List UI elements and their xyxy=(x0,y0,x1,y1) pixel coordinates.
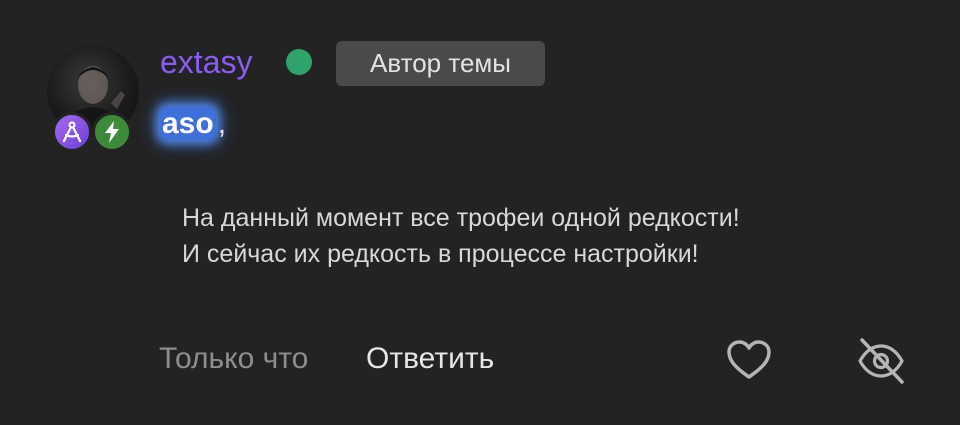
mention-comma: , xyxy=(217,107,227,140)
lightning-icon xyxy=(105,121,119,143)
like-button[interactable] xyxy=(726,338,772,382)
badge-compass xyxy=(52,112,92,152)
compass-icon xyxy=(62,121,82,143)
reply-button[interactable]: Ответить xyxy=(366,339,494,379)
heart-icon xyxy=(727,340,771,379)
message-line: И сейчас их редкость в процессе настройк… xyxy=(182,240,699,268)
topic-author-badge: Автор темы xyxy=(336,41,545,86)
message-body: На данный момент все трофеи одной редкос… xyxy=(182,200,740,272)
eye-off-icon xyxy=(858,338,904,384)
message-line: На данный момент все трофеи одной редкос… xyxy=(182,204,740,232)
mention-line: aso, xyxy=(160,102,226,146)
user-mention[interactable]: aso xyxy=(160,107,216,140)
badge-lightning xyxy=(92,112,132,152)
hide-button[interactable] xyxy=(856,336,906,386)
timestamp: Только что xyxy=(159,342,309,375)
username[interactable]: extasy xyxy=(160,42,252,82)
online-status-dot xyxy=(286,49,312,75)
